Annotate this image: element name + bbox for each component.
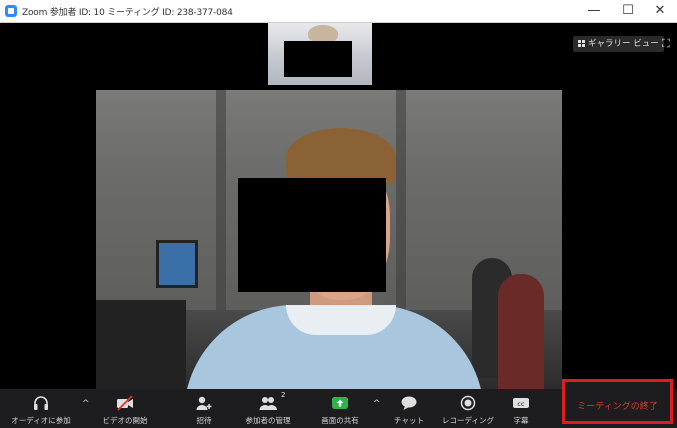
closed-caption-icon: cc — [513, 398, 529, 408]
manage-participants-label: 参加者の管理 — [245, 416, 291, 425]
headphones-icon — [34, 396, 48, 410]
record-icon — [460, 395, 476, 411]
close-button[interactable]: ✕ — [643, 0, 677, 22]
participants-count-badge: 2 — [281, 391, 286, 399]
fullscreen-icon[interactable]: ⛶ — [662, 36, 674, 52]
svg-text:cc: cc — [517, 400, 525, 408]
invite-label: 招待 — [196, 416, 212, 425]
closed-caption-button[interactable]: cc 字幕 — [504, 389, 538, 428]
video-stage: ギャラリー ビュー ⛶ — [8, 23, 677, 389]
wall-beam — [216, 90, 226, 310]
recording-button[interactable]: レコーディング — [434, 389, 502, 428]
join-audio-label: オーディオに参加 — [11, 416, 71, 425]
speaker-collar — [286, 305, 396, 335]
chat-button[interactable]: チャット — [386, 389, 432, 428]
main-video — [96, 90, 562, 389]
gallery-view-button[interactable]: ギャラリー ビュー — [573, 36, 664, 52]
manage-participants-button[interactable]: 2 参加者の管理 — [232, 389, 304, 428]
invite-button[interactable]: 招待 — [184, 389, 224, 428]
wall-beam — [396, 90, 406, 310]
share-screen-icon — [332, 397, 348, 409]
invite-person-icon — [196, 396, 212, 410]
background-person — [498, 274, 544, 389]
background-monitor — [156, 240, 198, 288]
audio-options-caret[interactable]: ^ — [82, 399, 90, 409]
maximize-button[interactable]: ☐ — [611, 0, 645, 22]
gallery-grid-icon — [578, 40, 585, 47]
redaction-box — [284, 41, 352, 77]
participants-icon — [259, 397, 277, 410]
minimize-button[interactable]: — — [577, 0, 611, 22]
closed-caption-label: 字幕 — [513, 416, 529, 425]
gallery-view-label: ギャラリー ビュー — [588, 39, 659, 49]
chat-bubble-icon — [401, 396, 417, 410]
join-audio-button[interactable]: オーディオに参加 — [4, 389, 78, 428]
share-options-caret[interactable]: ^ — [373, 399, 381, 409]
share-screen-button[interactable]: 画面の共有 — [310, 389, 370, 428]
end-meeting-button[interactable]: ミーティングの終了 — [562, 379, 673, 424]
start-video-button[interactable]: ビデオの開始 — [92, 389, 158, 428]
window-title: Zoom 参加者 ID: 10 ミーティング ID: 238-377-084 — [22, 8, 233, 18]
end-meeting-label: ミーティングの終了 — [577, 402, 658, 412]
start-video-label: ビデオの開始 — [102, 416, 148, 425]
participant-thumbnail[interactable] — [268, 23, 372, 85]
recording-label: レコーディング — [442, 416, 494, 425]
desk — [96, 300, 186, 389]
zoom-app-icon — [5, 5, 17, 17]
video-off-icon — [117, 395, 133, 411]
window-titlebar: Zoom 参加者 ID: 10 ミーティング ID: 238-377-084 —… — [0, 0, 677, 23]
chat-label: チャット — [394, 416, 424, 425]
redaction-box — [238, 178, 386, 292]
share-screen-label: 画面の共有 — [321, 416, 359, 425]
